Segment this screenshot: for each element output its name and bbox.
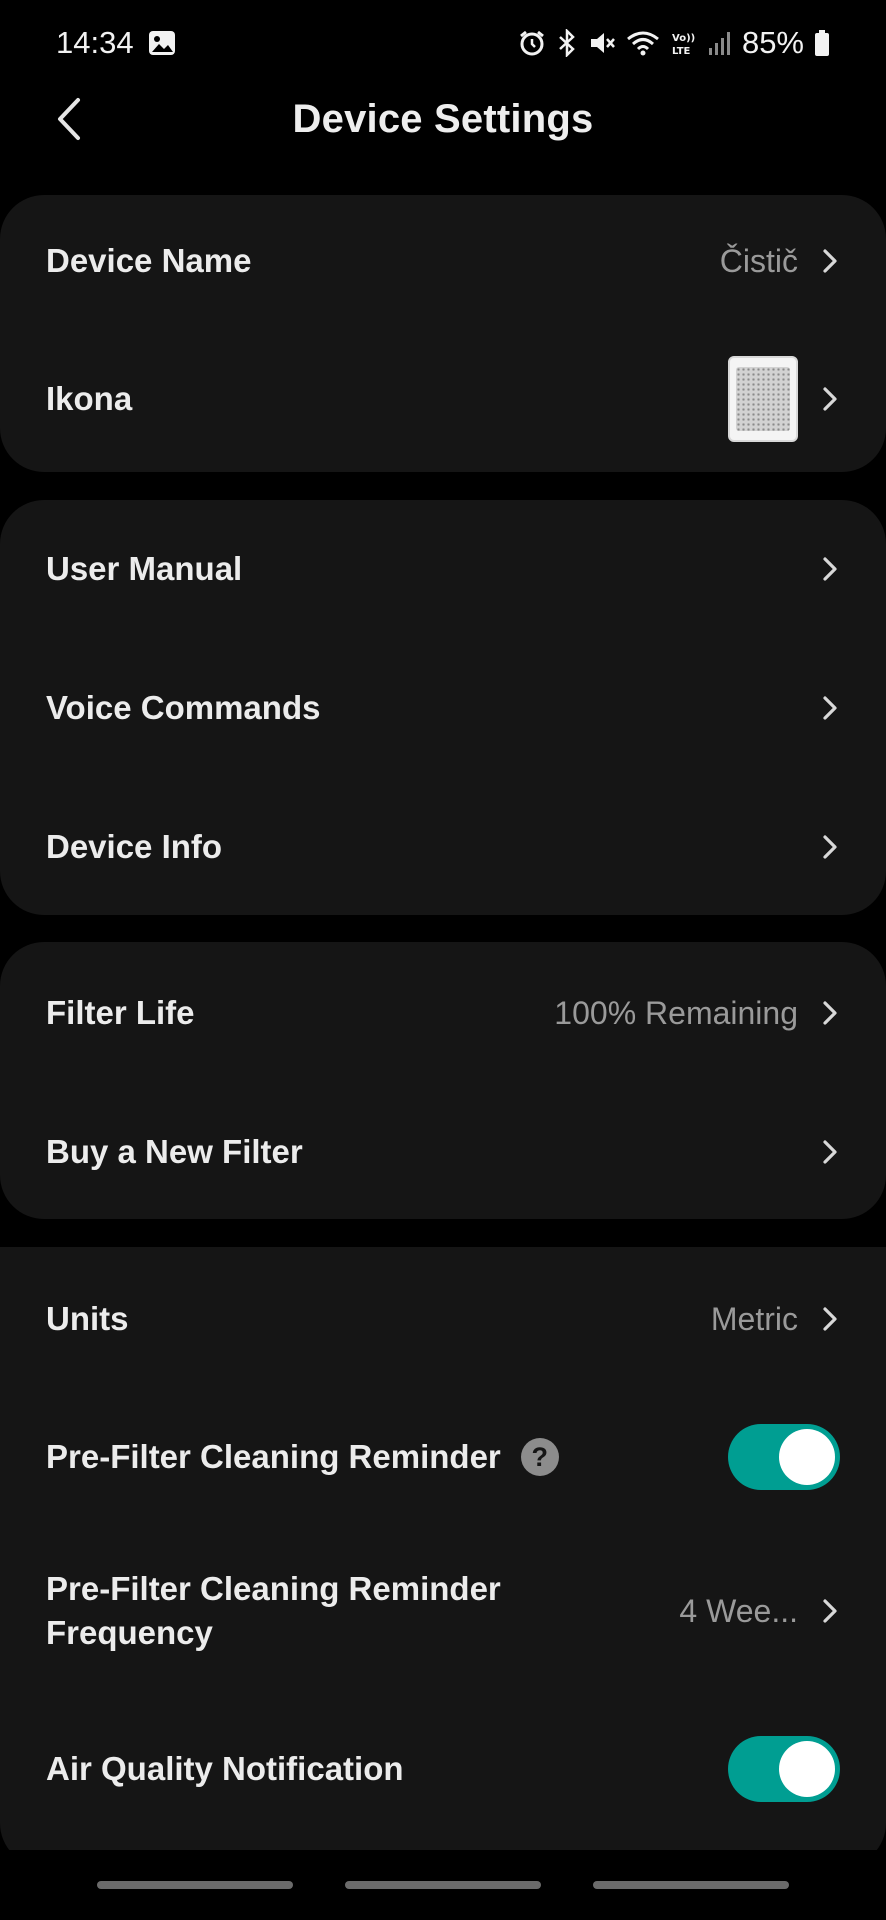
air-quality-label: Air Quality Notification <box>46 1750 404 1787</box>
units-label: Units <box>46 1300 129 1337</box>
air-purifier-thumbnail <box>728 356 798 442</box>
help-card: User Manual Voice Commands Device Info <box>0 500 886 915</box>
navigation-bar <box>0 1850 886 1920</box>
status-bar: 14:34 Vo)) LTE 85% <box>0 0 886 86</box>
battery-percent: 85% <box>741 25 804 60</box>
device-icon-label: Ikona <box>46 380 133 417</box>
prefilter-frequency-row[interactable]: Pre-Filter Cleaning Reminder Frequency 4… <box>0 1541 886 1681</box>
user-manual-label: User Manual <box>46 550 243 587</box>
prefilter-frequency-label: Pre-Filter Cleaning Reminder Frequency <box>46 1567 501 1655</box>
voice-commands-label: Voice Commands <box>46 689 321 726</box>
device-icon-row[interactable]: Ikona <box>0 345 886 453</box>
prefilter-frequency-value: 4 Wee... <box>679 1592 798 1629</box>
units-value: Metric <box>710 1300 798 1337</box>
chevron-right-icon <box>820 694 840 722</box>
buy-filter-label: Buy a New Filter <box>46 1133 303 1170</box>
filter-life-value: 100% Remaining <box>554 994 798 1031</box>
filter-life-row[interactable]: Filter Life 100% Remaining <box>0 959 886 1067</box>
device-info-label: Device Info <box>46 828 223 865</box>
volte-icon: Vo)) LTE <box>670 29 698 57</box>
svg-text:Vo)): Vo)) <box>672 33 695 44</box>
chevron-right-icon <box>820 833 840 861</box>
air-quality-toggle[interactable] <box>728 1736 840 1802</box>
wifi-icon <box>626 29 660 57</box>
prefilter-frequency-label-line2: Frequency <box>46 1614 213 1651</box>
toggle-knob <box>779 1429 835 1485</box>
voice-commands-row[interactable]: Voice Commands <box>0 654 886 762</box>
toggle-knob <box>779 1741 835 1797</box>
device-name-value: Čistič <box>719 242 798 279</box>
signal-icon <box>708 30 732 56</box>
nav-home-button[interactable] <box>345 1881 541 1889</box>
preferences-card: Units Metric Pre-Filter Cleaning Reminde… <box>0 1247 886 1867</box>
page-title: Device Settings <box>292 96 594 141</box>
chevron-right-icon <box>820 385 840 413</box>
chevron-right-icon <box>820 1597 840 1625</box>
filter-card: Filter Life 100% Remaining Buy a New Fil… <box>0 942 886 1219</box>
chevron-left-icon <box>58 98 80 140</box>
gallery-icon <box>148 30 176 56</box>
bluetooth-icon <box>556 29 578 57</box>
chevron-right-icon <box>820 1138 840 1166</box>
nav-back-button[interactable] <box>593 1881 789 1889</box>
units-row[interactable]: Units Metric <box>0 1265 886 1373</box>
filter-life-label: Filter Life <box>46 994 195 1031</box>
prefilter-reminder-label: Pre-Filter Cleaning Reminder <box>46 1438 501 1475</box>
chevron-right-icon <box>820 247 840 275</box>
user-manual-row[interactable]: User Manual <box>0 515 886 623</box>
device-card: Device Name Čistič Ikona <box>0 195 886 472</box>
chevron-right-icon <box>820 1305 840 1333</box>
prefilter-frequency-label-line1: Pre-Filter Cleaning Reminder <box>46 1570 501 1607</box>
buy-filter-row[interactable]: Buy a New Filter <box>0 1098 886 1206</box>
prefilter-reminder-row: Pre-Filter Cleaning Reminder ? <box>0 1403 886 1511</box>
chevron-right-icon <box>820 999 840 1027</box>
help-icon[interactable]: ? <box>520 1438 559 1476</box>
device-name-row[interactable]: Device Name Čistič <box>0 207 886 315</box>
alarm-icon <box>518 29 546 57</box>
prefilter-reminder-toggle[interactable] <box>728 1424 840 1490</box>
mute-icon <box>588 29 616 57</box>
svg-text:LTE: LTE <box>672 46 691 57</box>
chevron-right-icon <box>820 555 840 583</box>
nav-recents-button[interactable] <box>97 1881 293 1889</box>
device-name-label: Device Name <box>46 242 252 279</box>
app-header: Device Settings <box>0 86 886 152</box>
air-quality-row: Air Quality Notification <box>0 1715 886 1823</box>
battery-icon <box>814 29 830 57</box>
status-time: 14:34 <box>56 25 134 60</box>
back-button[interactable] <box>46 96 92 142</box>
device-info-row[interactable]: Device Info <box>0 793 886 901</box>
